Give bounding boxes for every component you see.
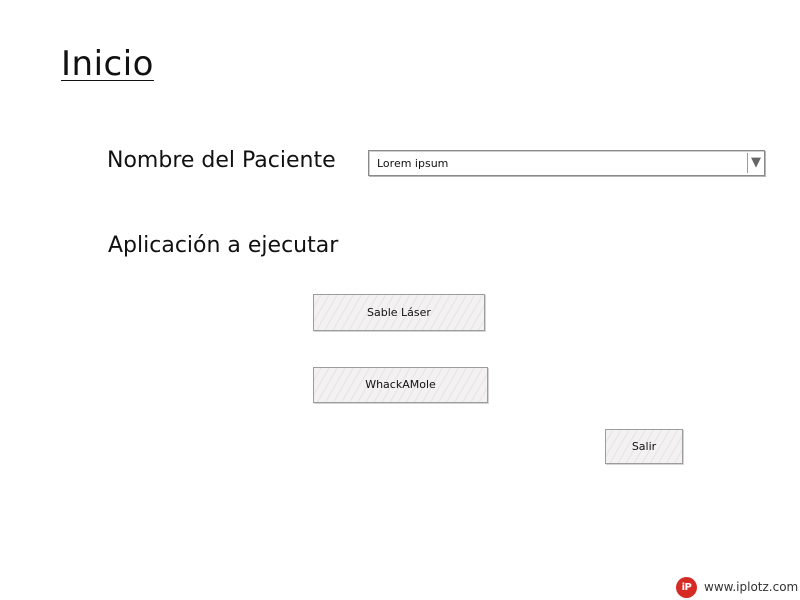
sable-laser-button[interactable]: Sable Láser (313, 294, 485, 331)
patient-select-value: Lorem ipsum (377, 157, 449, 170)
page-title: Inicio (61, 44, 154, 84)
exit-button[interactable]: Salir (605, 429, 683, 464)
sable-laser-button-label: Sable Láser (367, 306, 431, 319)
patient-select[interactable]: Lorem ipsum ▼ (368, 150, 765, 176)
dropdown-arrow-icon[interactable]: ▼ (747, 153, 764, 173)
iplotz-branding[interactable]: iP www.iplotz.com (676, 576, 798, 598)
exit-button-label: Salir (631, 440, 657, 453)
patient-name-label: Nombre del Paciente (107, 148, 336, 173)
iplotz-logo-icon: iP (676, 576, 697, 598)
iplotz-site-link[interactable]: www.iplotz.com (704, 580, 798, 594)
application-label: Aplicación a ejecutar (108, 233, 339, 258)
whackamole-button[interactable]: WhackAMole (313, 367, 488, 403)
whackamole-button-label: WhackAMole (365, 378, 436, 391)
